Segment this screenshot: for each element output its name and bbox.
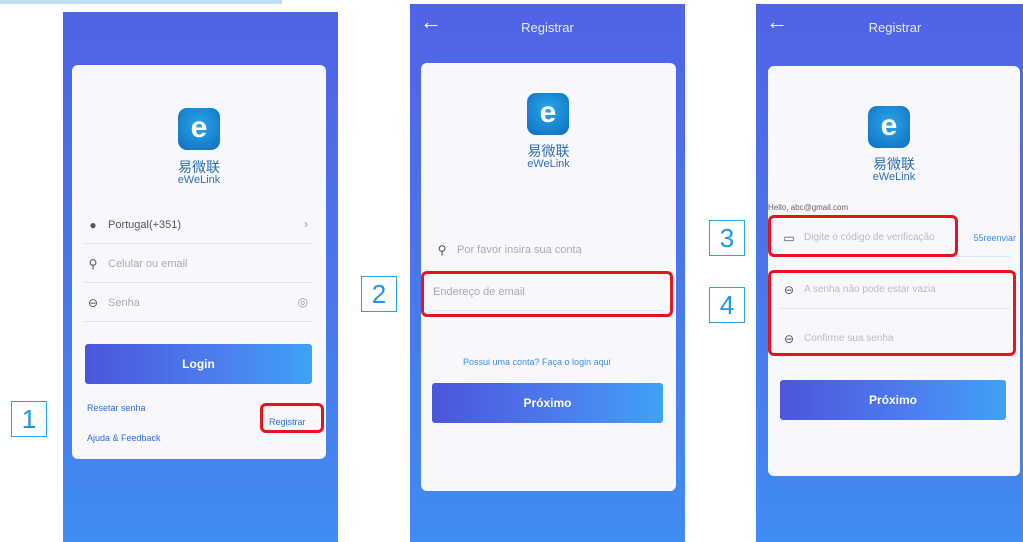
- next-button[interactable]: Próximo: [780, 380, 1006, 420]
- account-label-row: ⚲ Por favor insira sua conta: [433, 231, 663, 269]
- resend-code-link[interactable]: 55reenviar: [973, 233, 1016, 243]
- login-screen: e 易微联 eWeLink ● Portugal(+351) › ⚲ Celul…: [63, 12, 338, 542]
- step-label-2: 2: [361, 276, 397, 312]
- header: ← Registrar: [756, 4, 1023, 48]
- user-icon: ⚲: [88, 257, 98, 271]
- header: ← Registrar: [410, 4, 685, 48]
- reset-password-link[interactable]: Resetar senha: [87, 403, 146, 413]
- password-input[interactable]: ⊖ Senha ◎: [84, 284, 312, 322]
- lock-icon: ⊖: [87, 296, 99, 310]
- top-accent-strip: [0, 0, 282, 4]
- help-feedback-link[interactable]: Ajuda & Feedback: [87, 433, 161, 443]
- login-card: e 易微联 eWeLink ● Portugal(+351) › ⚲ Celul…: [72, 65, 326, 459]
- brand-name-en: eWeLink: [872, 171, 916, 183]
- account-input[interactable]: ⚲ Celular ou email: [84, 245, 312, 283]
- page-title: Registrar: [868, 20, 922, 35]
- brand-name-en: eWeLink: [527, 158, 570, 170]
- tutorial-canvas: e 易微联 eWeLink ● Portugal(+351) › ⚲ Celul…: [0, 0, 1023, 542]
- globe-icon: ●: [89, 218, 97, 232]
- country-selector[interactable]: ● Portugal(+351) ›: [84, 206, 312, 244]
- highlight-register-link: [260, 403, 324, 433]
- greeting-text: Hello, abc@gmail.com: [768, 203, 849, 212]
- next-button[interactable]: Próximo: [432, 383, 663, 423]
- highlight-verification-code: [768, 215, 958, 257]
- login-here-link[interactable]: Possui uma conta? Faça o login aqui: [463, 357, 611, 367]
- highlight-email-input: [421, 271, 673, 317]
- highlight-password-fields: [768, 270, 1016, 356]
- step-label-3: 3: [709, 220, 745, 256]
- user-icon: ⚲: [437, 243, 447, 257]
- page-title: Registrar: [521, 20, 574, 35]
- brand-name-en: eWeLink: [177, 174, 221, 186]
- eye-icon[interactable]: ◎: [298, 295, 308, 309]
- ewelink-logo-icon: e: [178, 108, 220, 150]
- step-label-4: 4: [709, 287, 745, 323]
- ewelink-logo-icon: e: [868, 106, 910, 148]
- ewelink-logo-icon: e: [527, 93, 569, 135]
- step-label-1: 1: [11, 401, 47, 437]
- login-button[interactable]: Login: [85, 344, 312, 384]
- chevron-right-icon: ›: [304, 217, 308, 231]
